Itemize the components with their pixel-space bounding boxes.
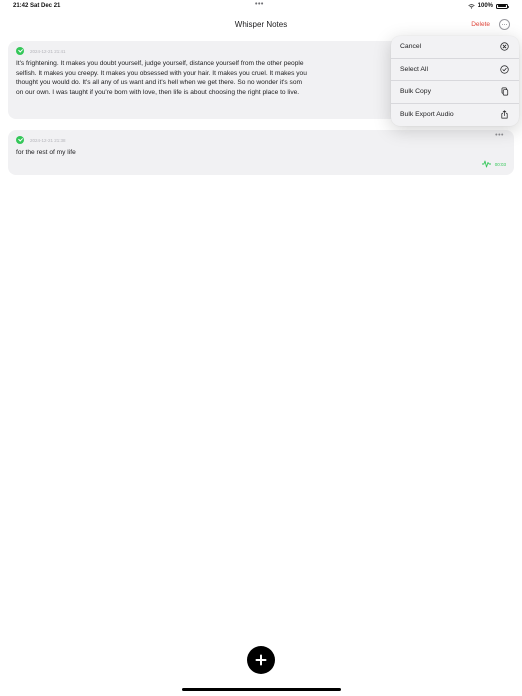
menu-item-label: Cancel: [400, 43, 422, 51]
menu-item-label: Select All: [400, 65, 428, 73]
checkmark-circle-icon: [500, 65, 509, 74]
note-header: 2024-12-21 21:38: [16, 135, 506, 145]
copy-icon: [501, 87, 509, 96]
menu-item-label: Bulk Copy: [400, 88, 431, 96]
more-options-button[interactable]: [499, 19, 510, 30]
menu-item-bulk-export-audio[interactable]: Bulk Export Audio: [391, 104, 519, 127]
home-indicator: [182, 688, 341, 691]
status-time: 21:42 Sat Dec 21: [13, 3, 61, 9]
ellipsis-icon: [501, 23, 504, 26]
note-text: for the rest of my life: [16, 149, 76, 156]
battery-percent: 100%: [477, 3, 493, 9]
status-bar: 21:42 Sat Dec 21 ••• 100%: [0, 0, 522, 14]
waveform-icon: [481, 160, 491, 168]
add-note-button[interactable]: [247, 646, 275, 674]
share-icon: [501, 110, 508, 119]
note-text: It's frightening. It makes you doubt you…: [16, 60, 307, 96]
cancel-circle-icon: [500, 42, 509, 51]
status-indicators: 100%: [467, 3, 509, 9]
selected-check-icon[interactable]: [16, 47, 24, 55]
battery-icon: [496, 3, 509, 9]
wifi-icon: [467, 3, 475, 9]
note-card[interactable]: 2024-12-21 21:38 ••• for the rest of my …: [8, 130, 514, 175]
options-menu: Cancel Select All Bulk Copy Bulk Export …: [391, 36, 519, 126]
audio-duration: 00:03: [494, 161, 506, 167]
note-more-button[interactable]: •••: [495, 132, 504, 139]
multitasking-dots[interactable]: •••: [255, 1, 264, 8]
plus-icon: [255, 654, 267, 666]
selected-check-icon[interactable]: [16, 136, 24, 144]
ellipsis-dot: [505, 23, 508, 26]
menu-item-bulk-copy[interactable]: Bulk Copy: [391, 81, 519, 104]
note-date: 2024-12-21 21:38: [30, 137, 66, 143]
ellipsis-dot: [503, 23, 506, 26]
delete-button[interactable]: Delete: [471, 21, 490, 28]
note-date: 2024-12-21 21:41: [30, 48, 66, 54]
page-title: Whisper Notes: [234, 20, 288, 29]
menu-item-select-all[interactable]: Select All: [391, 59, 519, 81]
menu-item-cancel[interactable]: Cancel: [391, 36, 519, 59]
audio-indicator[interactable]: 00:03: [481, 160, 506, 168]
screen: 21:42 Sat Dec 21 ••• 100% Whisper Notes …: [0, 0, 522, 696]
menu-item-label: Bulk Export Audio: [400, 111, 454, 119]
